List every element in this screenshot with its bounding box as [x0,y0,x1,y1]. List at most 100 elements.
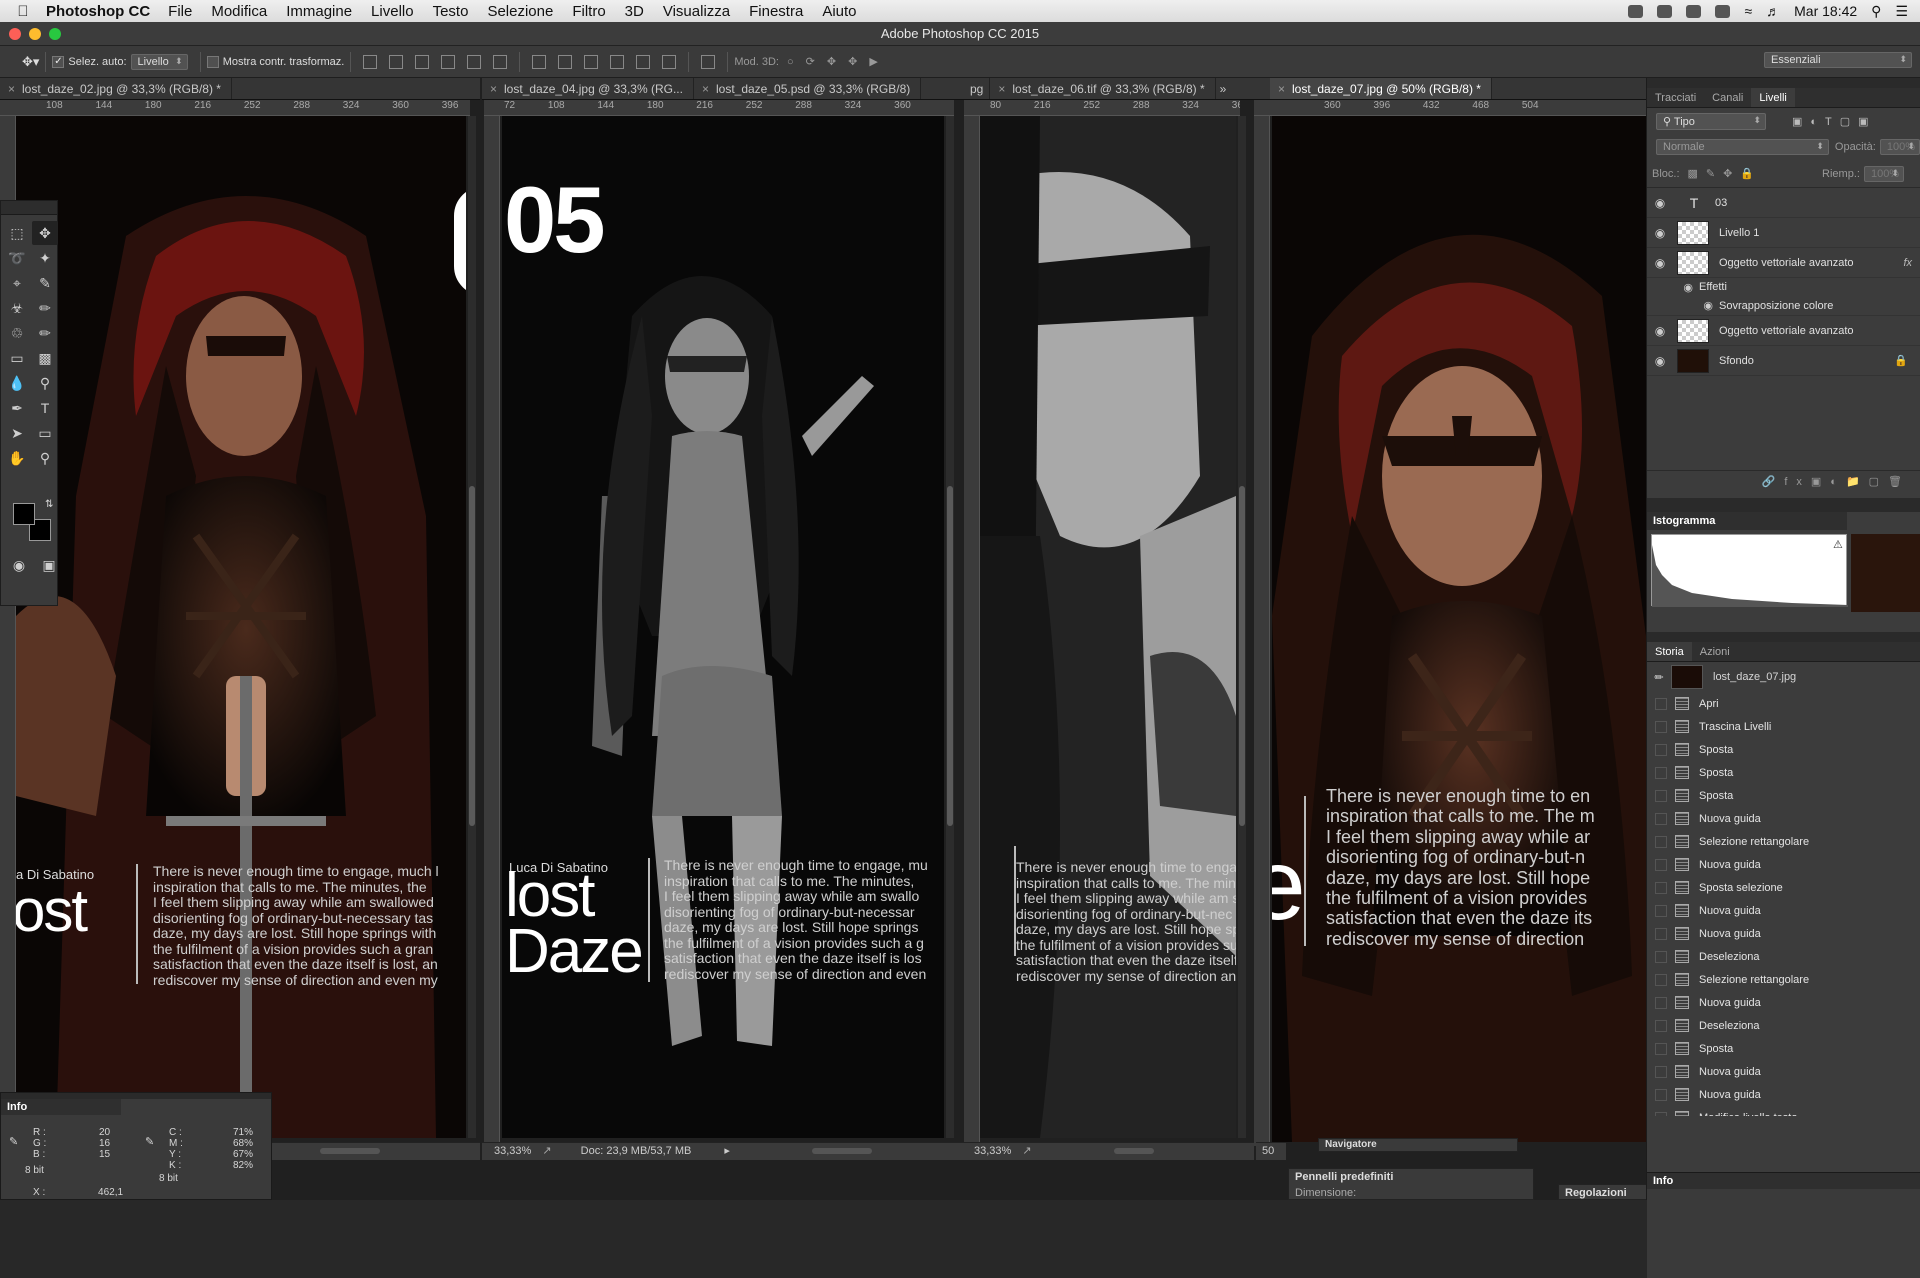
close-tab-icon[interactable]: × [702,82,709,96]
fx-badge[interactable]: fx [1903,257,1912,269]
move-tool-preset-icon[interactable]: ✥▾ [22,54,39,70]
navigator-panel-header[interactable]: Navigatore [1318,1138,1518,1152]
tab-storia[interactable]: Storia [1647,642,1692,661]
info-panel-title[interactable]: Info [1647,1173,1920,1189]
horizontal-ruler[interactable]: 80 216 252 288 324 360 396 432 [964,100,1240,116]
tab-fragment[interactable]: pg [964,78,991,99]
dodge-tool-icon[interactable]: ⚲ [32,371,58,395]
canvas-lost-daze-07[interactable]: There is never enough time to en inspira… [1272,116,1646,1142]
history-item[interactable]: Nuova guida [1647,922,1920,945]
roll-3d-icon[interactable]: ⟳ [806,55,815,68]
fill-input[interactable]: 100% [1863,165,1905,182]
info-title[interactable]: Info [1,1099,121,1115]
canvas-lost-daze-04[interactable]: 05 Luca Di Sabatino lost Daze There is n… [502,116,944,1138]
effects-eye-icon[interactable]: ◉ [1647,281,1699,294]
slide-3d-icon[interactable]: ✥ [848,55,857,68]
zoom-window-button[interactable] [49,28,61,40]
close-tab-icon[interactable]: × [1278,82,1285,96]
history-brush-source-box[interactable] [1655,789,1667,802]
align-bottom-icon[interactable] [415,54,430,69]
vertical-scrollbar[interactable] [1238,116,1246,1138]
align-top-icon[interactable] [363,54,378,69]
move-tool-icon[interactable]: ✥ [32,221,58,245]
auto-align-icon[interactable] [701,54,716,69]
cloud-icon[interactable] [1657,4,1673,18]
history-item[interactable]: Deseleziona [1647,945,1920,968]
opacity-input[interactable]: 100% [1879,139,1920,155]
history-dock-header[interactable] [1647,632,1920,642]
share-icon[interactable]: ↗ [1022,1145,1031,1157]
history-item[interactable]: Selezione rettangolare [1647,830,1920,853]
history-brush-source-box[interactable] [1655,697,1667,710]
crop-tool-icon[interactable]: ⌖ [4,271,30,295]
horizontal-scrollbar-thumb[interactable] [812,1148,872,1154]
align-hcenter-icon[interactable] [467,54,482,69]
histogram-dock-header[interactable] [1647,498,1920,512]
align-vcenter-icon[interactable] [389,54,404,69]
history-item[interactable]: Nuova guida [1647,807,1920,830]
tab-overflow-icon[interactable]: » [1216,78,1231,99]
menu-app-name[interactable]: Photoshop CC [46,3,150,20]
vertical-ruler[interactable] [1254,116,1270,1146]
distribute-right-icon[interactable] [662,54,677,69]
layer-row[interactable]: ◉ Oggetto vettoriale avanzato fx [1647,248,1920,278]
effect-eye-icon[interactable]: ◉ [1647,299,1719,312]
panel-dock-header[interactable] [1647,78,1920,88]
history-brush-source-box[interactable] [1655,743,1667,756]
layer-filter-icons[interactable]: ▣◐T▢▣ [1792,115,1877,128]
history-item[interactable]: Sposta [1647,761,1920,784]
layer-name[interactable]: Livello 1 [1719,227,1759,239]
zoom-level[interactable]: 50 [1262,1145,1274,1157]
history-brush-source-box[interactable] [1655,950,1667,963]
history-brush-source-box[interactable] [1655,720,1667,733]
history-brush-source-box[interactable] [1655,1111,1667,1116]
vertical-ruler[interactable] [964,116,980,1142]
airplay-icon[interactable] [1715,4,1731,18]
menu-modifica[interactable]: Modifica [211,3,267,20]
zoom-level[interactable]: 33,33% [974,1145,1011,1157]
marquee-tool-icon[interactable]: ⬚ [4,221,30,245]
history-brush-source-box[interactable] [1655,835,1667,848]
shape-tool-icon[interactable]: ▭ [32,421,58,445]
history-brush-source-box[interactable] [1655,996,1667,1009]
swap-colors-icon[interactable]: ⇅ [45,499,53,510]
history-item[interactable]: Apri [1647,692,1920,715]
horizontal-ruler[interactable]: 360 396 432 468 504 [1254,100,1646,116]
tab-canali[interactable]: Canali [1704,88,1751,107]
horizontal-scrollbar-thumb[interactable] [320,1148,380,1154]
history-brush-source-box[interactable] [1655,1042,1667,1055]
clone-stamp-tool-icon[interactable]: ♲ [4,321,30,345]
history-brush-source-box[interactable] [1655,1019,1667,1032]
history-brush-tool-icon[interactable]: ✏ [32,321,58,345]
clock[interactable]: Mar 18:42 [1794,3,1857,19]
notification-center-icon[interactable]: ☰ [1895,3,1908,20]
screen-mode-icon[interactable]: ▣ [39,553,59,577]
menu-3d[interactable]: 3D [625,3,644,20]
vertical-ruler[interactable] [484,116,500,1142]
history-item[interactable]: Nuova guida [1647,991,1920,1014]
history-item[interactable]: Selezione rettangolare [1647,968,1920,991]
tab-lost-daze-06[interactable]: × lost_daze_06.tif @ 33,3% (RGB/8) * [990,78,1216,99]
align-right-icon[interactable] [493,54,508,69]
history-item[interactable]: Sposta selezione [1647,876,1920,899]
close-window-button[interactable] [9,28,21,40]
layer-name[interactable]: 03 [1715,197,1727,209]
auto-select-checkbox[interactable]: ✓ [52,55,65,68]
spotlight-icon[interactable]: ⚲ [1871,3,1881,20]
tab-livelli[interactable]: Livelli [1751,88,1795,107]
history-item[interactable]: Nuova guida [1647,1060,1920,1083]
history-brush-source-box[interactable] [1655,881,1667,894]
history-item[interactable]: Deseleziona [1647,1014,1920,1037]
history-item[interactable]: Sposta [1647,784,1920,807]
history-snapshot[interactable]: ✏ lost_daze_07.jpg [1647,662,1920,692]
tab-lost-daze-07[interactable]: × lost_daze_07.jpg @ 50% (RGB/8) * [1270,78,1492,99]
quick-mask-icon[interactable]: ◉ [9,553,29,577]
minimize-window-button[interactable] [29,28,41,40]
history-item[interactable]: Nuova guida [1647,1083,1920,1106]
layer-name[interactable]: Sfondo [1719,355,1754,367]
rgb-eyedropper-icon[interactable]: ✎ [9,1135,18,1148]
path-selection-tool-icon[interactable]: ➤ [4,421,30,445]
history-brush-source-box[interactable] [1655,1065,1667,1078]
menu-testo[interactable]: Testo [433,3,469,20]
close-tab-icon[interactable]: × [8,82,15,96]
